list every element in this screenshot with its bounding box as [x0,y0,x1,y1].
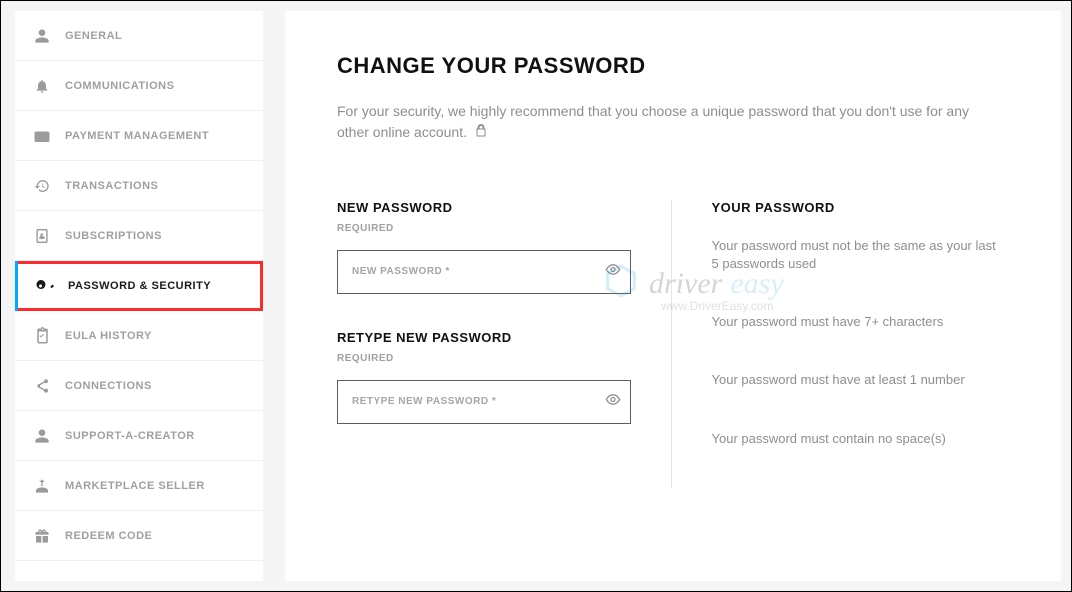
sidebar-item-label: SUPPORT-A-CREATOR [65,430,195,442]
receipt-icon: $ [33,227,51,245]
svg-text:$: $ [40,233,44,240]
requirements-heading: YOUR PASSWORD [712,200,1006,215]
key-icon [36,277,54,295]
password-form: NEW PASSWORD REQUIRED RETYPE NEW PASSWOR… [337,200,631,488]
sidebar-item-transactions[interactable]: TRANSACTIONS [15,161,263,211]
required-label: REQUIRED [337,353,631,364]
requirement-item: Your password must contain no space(s) [712,430,1006,448]
sidebar-item-label: SUBSCRIPTIONS [65,230,162,242]
requirement-item: Your password must have 7+ characters [712,313,1006,331]
gift-icon [33,527,51,545]
sidebar-item-redeem-code[interactable]: REDEEM CODE [15,511,263,561]
eye-icon[interactable] [605,391,621,412]
sidebar-item-subscriptions[interactable]: $ SUBSCRIPTIONS [15,211,263,261]
sidebar-item-label: MARKETPLACE SELLER [65,480,205,492]
sidebar-item-eula-history[interactable]: EULA HISTORY [15,311,263,361]
sidebar-item-general[interactable]: GENERAL [15,11,263,61]
password-requirements: YOUR PASSWORD Your password must not be … [671,200,1006,488]
main-content: CHANGE YOUR PASSWORD For your security, … [285,11,1061,581]
bell-icon [33,77,51,95]
sidebar-item-label: TRANSACTIONS [65,180,158,192]
new-password-input[interactable] [337,250,631,294]
sidebar-item-connections[interactable]: CONNECTIONS [15,361,263,411]
sidebar-item-label: REDEEM CODE [65,530,152,542]
sidebar-item-marketplace-seller[interactable]: MARKETPLACE SELLER [15,461,263,511]
sidebar-item-label: EULA HISTORY [65,330,152,342]
person-icon [33,27,51,45]
requirement-item: Your password must not be the same as yo… [712,237,1006,273]
wallet-icon [33,127,51,145]
new-password-label: NEW PASSWORD [337,200,631,215]
sidebar-item-label: GENERAL [65,30,122,42]
seller-icon [33,477,51,495]
lock-icon [475,123,487,144]
sidebar-item-support-a-creator[interactable]: SUPPORT-A-CREATOR [15,411,263,461]
page-subtitle: For your security, we highly recommend t… [337,101,997,144]
clipboard-icon [33,327,51,345]
sidebar-item-label: CONNECTIONS [65,380,152,392]
settings-sidebar: GENERAL COMMUNICATIONS PAYMENT MANAGEMEN… [15,11,263,581]
required-label: REQUIRED [337,223,631,234]
retype-password-field: RETYPE NEW PASSWORD REQUIRED [337,330,631,424]
sidebar-item-password-security[interactable]: PASSWORD & SECURITY [15,261,263,311]
sidebar-item-payment-management[interactable]: PAYMENT MANAGEMENT [15,111,263,161]
sidebar-item-label: PAYMENT MANAGEMENT [65,130,209,142]
page-title: CHANGE YOUR PASSWORD [337,53,1005,79]
sidebar-item-label: COMMUNICATIONS [65,80,174,92]
share-icon [33,377,51,395]
retype-password-input[interactable] [337,380,631,424]
sidebar-item-communications[interactable]: COMMUNICATIONS [15,61,263,111]
person-icon [33,427,51,445]
requirement-item: Your password must have at least 1 numbe… [712,371,1006,389]
retype-password-label: RETYPE NEW PASSWORD [337,330,631,345]
sidebar-item-label: PASSWORD & SECURITY [68,280,211,292]
new-password-field: NEW PASSWORD REQUIRED [337,200,631,294]
eye-icon[interactable] [605,261,621,282]
history-icon [33,177,51,195]
